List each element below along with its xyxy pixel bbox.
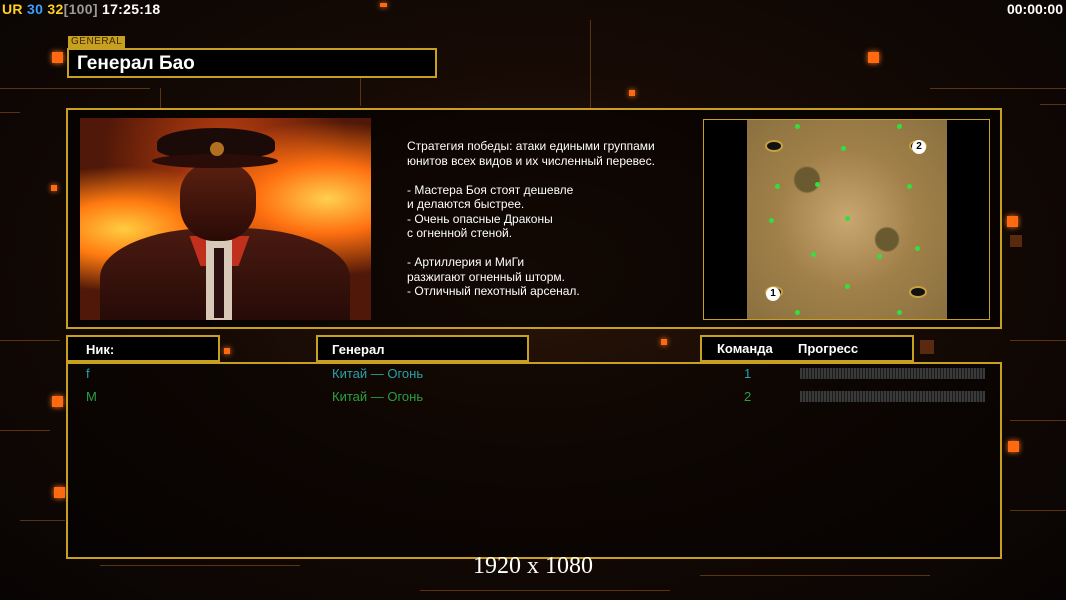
hud-stats: UR 30 32[100] 17:25:18 xyxy=(2,1,160,17)
map-supply-icon xyxy=(907,184,912,189)
hud-clock: 17:25:18 xyxy=(102,1,161,17)
bg-line xyxy=(0,430,50,431)
hud-frame-limit: [100] xyxy=(63,1,98,17)
desc-line: юнитов всех видов и их численный перевес… xyxy=(407,153,655,168)
header-team: Команда xyxy=(717,341,773,356)
map-supply-icon xyxy=(815,182,820,187)
header-team-progress-box: Команда Прогресс xyxy=(700,335,914,362)
bg-square xyxy=(661,339,667,345)
map-supply-icon xyxy=(915,246,920,251)
map-supply-icon xyxy=(795,124,800,129)
bg-square xyxy=(380,3,387,7)
bg-line xyxy=(590,20,591,108)
desc-line: разжигают огненный шторм. xyxy=(407,269,565,284)
bg-square xyxy=(920,340,934,354)
map-spawn-marker xyxy=(909,286,927,298)
bg-line xyxy=(20,520,65,521)
bg-square xyxy=(224,348,230,354)
header-nick: Ник: xyxy=(86,342,115,357)
map-supply-icon xyxy=(845,284,850,289)
bg-square xyxy=(1008,441,1019,452)
bg-square xyxy=(51,185,57,191)
hud-timer: 00:00:00 xyxy=(1006,1,1063,17)
bg-line xyxy=(1010,340,1066,341)
general-title-box: Генерал Бао xyxy=(67,48,437,78)
general-tag: GENERAL xyxy=(68,36,126,48)
hud-frame: 32 xyxy=(47,1,64,17)
bg-square xyxy=(868,52,879,63)
bg-line xyxy=(1010,420,1066,421)
bg-square xyxy=(54,487,65,498)
desc-line: - Очень опасные Драконы xyxy=(407,211,553,226)
map-supply-icon xyxy=(845,216,850,221)
desc-line: и делаются быстрее. xyxy=(407,197,525,211)
player-team: 1 xyxy=(744,366,752,381)
bg-square xyxy=(1007,216,1018,227)
map-supply-icon xyxy=(841,146,846,151)
desc-line: - Мастера Боя стоят дешевле xyxy=(407,182,574,197)
general-description: Стратегия победы: атаки едиными группами… xyxy=(407,139,687,299)
player-progress-bar xyxy=(800,391,985,402)
general-name: Генерал Бао xyxy=(77,53,195,74)
map-supply-icon xyxy=(769,218,774,223)
hud-fps: 30 xyxy=(27,1,44,17)
map-supply-icon xyxy=(795,310,800,315)
player-progress-bar xyxy=(800,368,985,379)
map-supply-icon xyxy=(775,184,780,189)
desc-line: с огненной стеной. xyxy=(407,226,513,240)
bg-square xyxy=(629,90,635,96)
player-general: Китай — Огонь xyxy=(332,366,424,381)
bg-line xyxy=(1040,104,1066,105)
map-supply-icon xyxy=(897,124,902,129)
header-progress: Прогресс xyxy=(798,341,859,356)
map-spawn-marker xyxy=(765,140,783,152)
hud-tag: UR xyxy=(2,1,23,17)
bg-line xyxy=(0,340,60,341)
map-supply-icon xyxy=(811,252,816,257)
bg-square xyxy=(52,52,63,63)
player-nick: M xyxy=(86,389,97,404)
bg-square xyxy=(1010,235,1022,247)
general-portrait xyxy=(80,118,371,320)
bg-line xyxy=(160,88,161,108)
map-spawn-2: 2 xyxy=(912,140,926,154)
bg-line xyxy=(1010,510,1066,511)
bg-line xyxy=(0,112,20,113)
player-team: 2 xyxy=(744,389,752,404)
desc-line: Стратегия победы: атаки едиными группами xyxy=(407,139,655,153)
bg-line xyxy=(420,590,670,591)
header-nick-box: Ник: xyxy=(66,335,220,362)
player-general: Китай — Огонь xyxy=(332,389,424,404)
map-spawn-1: 1 xyxy=(766,287,780,301)
resolution-label: 1920 x 1080 xyxy=(473,553,593,579)
player-nick: f xyxy=(86,366,90,381)
bg-line xyxy=(930,88,1066,89)
map-supply-icon xyxy=(897,310,902,315)
map-supply-icon xyxy=(877,254,882,259)
header-general: Генерал xyxy=(332,342,385,357)
map-preview: 2 1 xyxy=(747,120,947,319)
bg-square xyxy=(52,396,63,407)
desc-line: - Артиллерия и МиГи xyxy=(407,255,525,269)
header-general-box: Генерал xyxy=(316,335,529,362)
desc-line: - Отличный пехотный арсенал. xyxy=(407,284,580,298)
bg-line xyxy=(0,88,150,89)
